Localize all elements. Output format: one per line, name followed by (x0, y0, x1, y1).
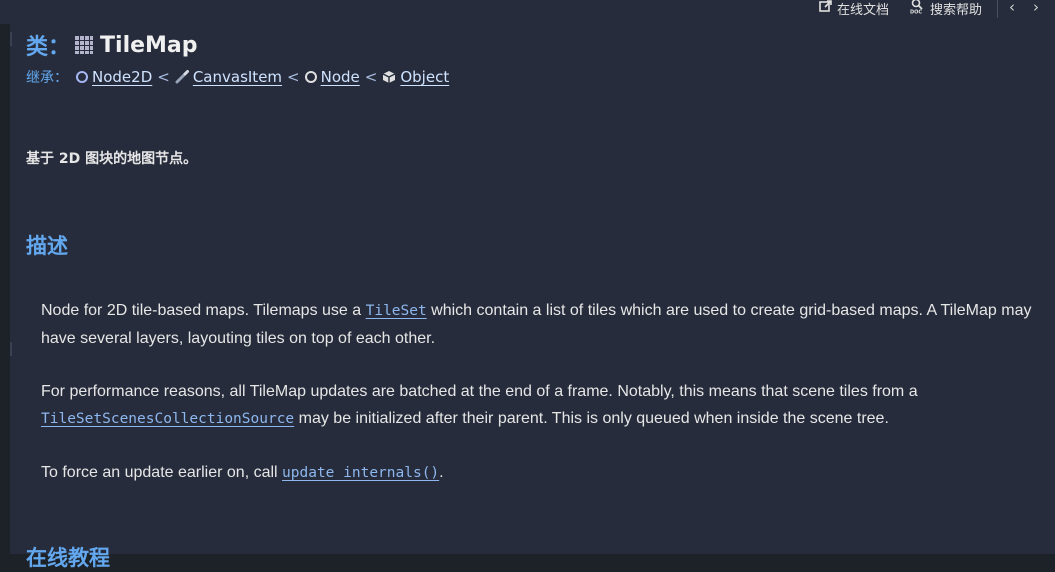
online-docs-button[interactable]: 在线文档 (819, 0, 890, 18)
inherit-link-object[interactable]: Object (400, 68, 449, 86)
class-name: TileMap (100, 32, 198, 58)
svg-text:DOC: DOC (910, 10, 922, 15)
text-segment: may be initialized after their parent. T… (294, 410, 889, 427)
inherit-separator: < (364, 68, 378, 86)
search-help-button[interactable]: DOC 搜索帮助 (910, 0, 983, 18)
tilesetscenescollectionsource-link[interactable]: TileSetScenesCollectionSource (41, 411, 294, 427)
inherit-separator: < (287, 68, 300, 86)
online-docs-label: 在线文档 (837, 2, 890, 18)
text-segment: For performance reasons, all TileMap upd… (41, 383, 918, 400)
toolbar-divider (997, 0, 998, 18)
tilemap-icon (74, 35, 94, 55)
tutorials-heading: 在线教程 (26, 546, 110, 570)
update-internals-link[interactable]: update_internals() (282, 465, 439, 481)
description-paragraph-3: To force an update earlier on, call upda… (41, 459, 1051, 487)
inherits-label: 继承： (26, 70, 68, 86)
inherit-link-node[interactable]: Node (321, 68, 360, 86)
top-toolbar: 在线文档 DOC 搜索帮助 ‹ › (0, 0, 1055, 24)
scroll-marker (10, 32, 12, 46)
inherit-link-canvasitem[interactable]: CanvasItem (193, 68, 282, 86)
tileset-link[interactable]: TileSet (366, 303, 427, 319)
text-segment: . (439, 464, 444, 481)
node2d-icon (76, 71, 88, 83)
chevron-left-icon[interactable]: ‹ (1009, 0, 1015, 16)
class-prefix: 类： (26, 35, 71, 60)
description-heading: 描述 (26, 234, 68, 258)
chevron-right-icon[interactable]: › (1033, 0, 1039, 16)
inherit-separator: < (157, 68, 170, 86)
canvasitem-icon (175, 70, 189, 84)
page-title: 类： TileMap (26, 30, 198, 61)
object-cube-icon (382, 70, 396, 84)
class-reference-panel: 类： TileMap 继承： Node2D < CanvasItem < Nod… (10, 24, 1055, 570)
scroll-marker (10, 342, 12, 356)
search-help-label: 搜索帮助 (930, 2, 983, 18)
node-icon (304, 71, 317, 83)
description-paragraph-2: For performance reasons, all TileMap upd… (41, 378, 1051, 433)
inherit-link-node2d[interactable]: Node2D (92, 68, 152, 86)
text-segment: To force an update earlier on, call (41, 464, 283, 481)
external-link-icon (819, 0, 833, 17)
description-paragraph-1: Node for 2D tile-based maps. Tilemaps us… (41, 297, 1051, 352)
brief-description: 基于 2D 图块的地图节点。 (26, 151, 198, 167)
inheritance-chain: 继承： Node2D < CanvasItem < Node < Object (26, 66, 449, 88)
doc-search-icon: DOC (910, 0, 926, 18)
text-segment: Node for 2D tile-based maps. Tilemaps us… (41, 302, 366, 319)
